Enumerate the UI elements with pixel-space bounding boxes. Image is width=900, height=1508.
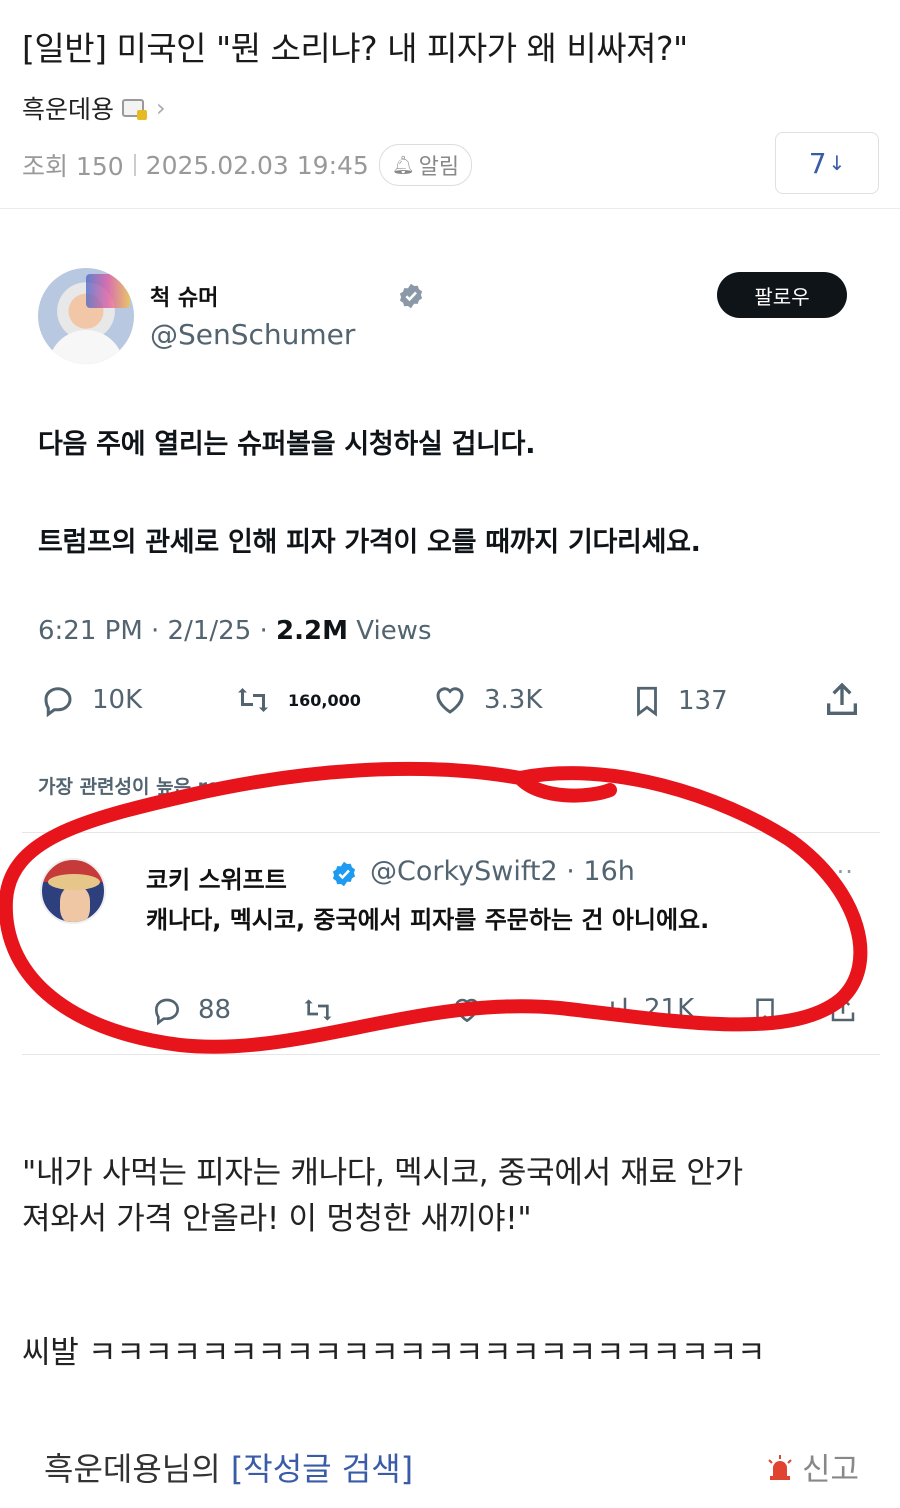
reply-verified-badge-icon	[332, 861, 356, 887]
report-button[interactable]: 신고	[766, 1444, 859, 1489]
author-name[interactable]: 흑운데용	[22, 90, 114, 126]
view-count: 조회 150	[22, 152, 124, 181]
reply-icon	[154, 998, 180, 1026]
like-count: 3.3K	[484, 685, 543, 715]
tweet-actions: 10K 160,000 3.3K 137	[0, 678, 900, 728]
views-chart-icon	[605, 997, 627, 1019]
siren-icon	[768, 1454, 792, 1480]
bookmark-action: 137	[630, 682, 728, 720]
verified-badge-icon	[399, 283, 423, 309]
body-line-1: "내가 사먹는 피자는 캐나다, 멕시코, 중국에서 재료 안가	[22, 1155, 743, 1191]
tweet-views-count: 2.2M	[276, 616, 348, 646]
reply-top-divider	[22, 832, 880, 833]
reply-views-action: 21K	[600, 994, 694, 1024]
retweet-count: 160,000	[288, 690, 361, 710]
follow-button: 팔로우	[717, 272, 847, 318]
author-row[interactable]: 흑운데용 ›	[22, 90, 166, 126]
share-icon	[827, 682, 857, 715]
relevant-replies-label: 가장 관련성이 높은 re	[38, 776, 220, 798]
reply-like-action	[450, 994, 484, 1026]
reply-bookmark-action	[750, 994, 780, 1028]
reply-reply-action: 88	[150, 994, 231, 1026]
tweet-timestamp: 6:21 PM · 2/1/25 · 2.2M Views	[38, 616, 432, 646]
tweet-time: 6:21 PM · 2/1/25 ·	[38, 616, 277, 646]
alarm-button[interactable]: 🔔︎ 알림	[378, 144, 473, 186]
embedded-tweet-image: 척 슈머 @SenSchumer 팔로우 다음 주에 열리는 슈퍼볼을 시청하실…	[0, 210, 900, 1090]
share-icon	[831, 996, 855, 1022]
reply-views-count: 21K	[644, 994, 695, 1024]
footer-author-label: 흑운데용님의	[44, 1450, 231, 1488]
reply-author-name: 코키 스위프트	[146, 866, 287, 894]
search-posts-link[interactable]: [작성글 검색]	[231, 1450, 413, 1488]
post-footer: 흑운데용님의 [작성글 검색] 신고	[0, 1440, 900, 1500]
bookmark-icon	[756, 998, 774, 1025]
header-divider	[0, 208, 900, 209]
bookmark-icon	[637, 686, 657, 717]
reply-action: 10K	[38, 682, 142, 718]
bell-icon: 🔔︎	[391, 154, 415, 176]
heart-icon	[454, 998, 480, 1023]
reply-text: 캐나다, 멕시코, 중국에서 피자를 주문하는 건 아니에요.	[146, 906, 710, 934]
report-label: 신고	[802, 1452, 860, 1488]
reply-bottom-divider	[22, 1054, 880, 1055]
tweet-author-handle: @SenSchumer	[150, 318, 356, 351]
chevron-right-icon[interactable]: ›	[156, 94, 166, 122]
tweet-author-name: 척 슈머	[150, 286, 219, 311]
reply-count: 10K	[92, 685, 143, 715]
comment-count-button[interactable]: 7 ↓	[775, 132, 879, 194]
retweet-action: 160,000	[232, 682, 361, 718]
meta-separator	[133, 154, 136, 176]
share-action	[822, 680, 862, 720]
post-title: [일반] 미국인 "뭔 소리냐? 내 피자가 왜 비싸져?"	[22, 29, 688, 68]
tweet-text-line-1: 다음 주에 열리는 슈퍼볼을 시청하실 겁니다.	[38, 429, 536, 460]
like-action: 3.3K	[430, 682, 542, 718]
reply-author-handle: @CorkySwift2 · 16h	[370, 856, 635, 887]
tweet-views-label: Views	[347, 616, 432, 646]
reply-reply-count: 88	[198, 995, 232, 1025]
bookmark-count: 137	[678, 686, 728, 716]
post-meta: 조회 150 2025.02.03 19:45 🔔︎ 알림	[22, 144, 473, 186]
reply-retweet-action	[300, 994, 336, 1026]
post-date: 2025.02.03 19:45	[145, 150, 369, 180]
member-level-icon	[122, 99, 148, 120]
alarm-label: 알림	[418, 155, 460, 180]
reply-avatar	[40, 858, 106, 924]
reply-actions: 88 21K	[0, 994, 900, 1034]
arrow-down-icon: ↓	[828, 151, 846, 175]
more-options-icon: ···	[828, 858, 854, 886]
heart-icon	[436, 687, 464, 714]
comment-count: 7	[808, 146, 827, 180]
tweet-text-line-2: 트럼프의 관세로 인해 피자 가격이 오를 때까지 기다리세요.	[38, 527, 701, 558]
body-line-3: 씨발 ㅋㅋㅋㅋㅋㅋㅋㅋㅋㅋㅋㅋㅋㅋㅋㅋㅋㅋㅋㅋㅋㅋㅋㅋ	[22, 1335, 766, 1371]
retweet-icon	[238, 688, 268, 712]
retweet-icon	[304, 999, 332, 1021]
tweet-avatar	[38, 268, 134, 364]
reply-share-action	[828, 994, 858, 1026]
body-line-2: 져와서 가격 안올라! 이 멍청한 새끼야!"	[22, 1201, 532, 1237]
author-posts-search[interactable]: 흑운데용님의 [작성글 검색]	[44, 1444, 413, 1490]
reply-icon	[44, 687, 72, 718]
